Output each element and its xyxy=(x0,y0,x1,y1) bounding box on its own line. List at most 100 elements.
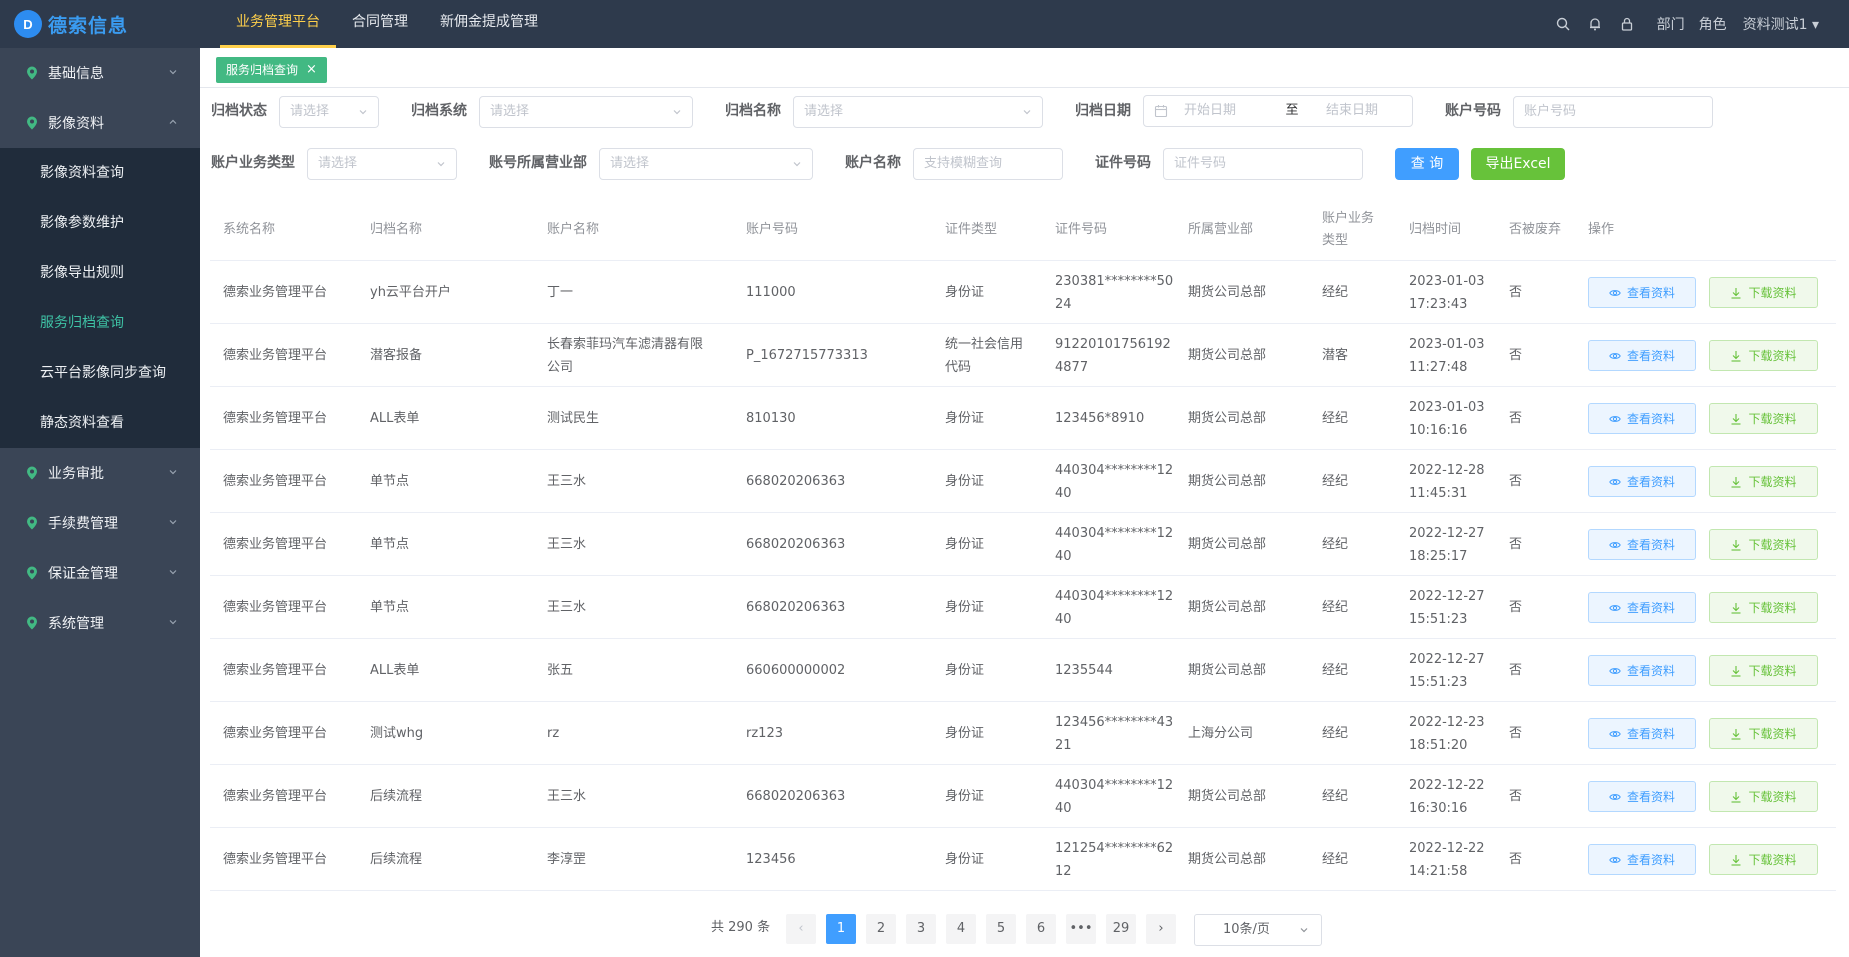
topnav-item-commission[interactable]: 新佣金提成管理 xyxy=(424,0,554,48)
download-docs-button[interactable]: 下载资料 xyxy=(1709,277,1818,308)
chevron-down-icon xyxy=(1300,928,1308,933)
download-docs-button[interactable]: 下载资料 xyxy=(1709,781,1818,812)
eye-icon xyxy=(1609,541,1621,548)
sidebar-group-system[interactable]: 系统管理 xyxy=(0,598,200,648)
page-button-6[interactable]: 6 xyxy=(1026,914,1056,944)
table-row: 德索业务管理平台 后续流程 王三水 668020206363 身份证 440304****… xyxy=(210,765,1836,828)
sidebar-item-image-query[interactable]: 影像资料查询 xyxy=(0,148,200,198)
page-button-1[interactable]: 1 xyxy=(826,914,856,944)
account-name-input[interactable]: 支持模糊查询 xyxy=(913,148,1063,180)
date-start-input[interactable]: 开始日期 xyxy=(1184,96,1274,126)
cell-cert-number: 121254********62 12 xyxy=(1055,840,1174,879)
sidebar-group-approve[interactable]: 业务审批 xyxy=(0,448,200,498)
user-name: 资料测试1 xyxy=(1742,17,1808,33)
download-docs-button[interactable]: 下载资料 xyxy=(1709,655,1818,686)
select-placeholder: 请选择 xyxy=(490,104,530,119)
bell-icon[interactable] xyxy=(1588,17,1602,31)
topnav-item-contract[interactable]: 合同管理 xyxy=(336,0,424,48)
view-docs-button[interactable]: 查看资料 xyxy=(1588,403,1696,434)
cert-number-label: 证件号码 xyxy=(1095,155,1151,171)
date-end-input[interactable]: 结束日期 xyxy=(1326,96,1378,126)
logo[interactable]: D 德索信息 xyxy=(0,0,200,48)
page-more-button[interactable]: ••• xyxy=(1066,914,1096,944)
cell-archive-time: 2023-01-03 10:16:16 xyxy=(1409,399,1485,438)
archive-system-select[interactable]: 请选择 xyxy=(479,96,693,128)
export-excel-button[interactable]: 导出Excel xyxy=(1471,148,1565,180)
cell-discarded: 否 xyxy=(1509,285,1523,300)
cell-system-name: 德索业务管理平台 xyxy=(223,348,328,363)
sidebar-item-cloud-sync[interactable]: 云平台影像同步查询 xyxy=(0,348,200,398)
page-button-5[interactable]: 5 xyxy=(986,914,1016,944)
sidebar-item-image-export-rules[interactable]: 影像导出规则 xyxy=(0,248,200,298)
cell-archive-name: 单节点 xyxy=(370,474,410,489)
location-pin-icon xyxy=(27,116,37,130)
view-docs-button[interactable]: 查看资料 xyxy=(1588,844,1696,875)
next-page-button[interactable]: › xyxy=(1146,914,1176,944)
cell-branch: 期货公司总部 xyxy=(1188,537,1267,552)
page-button-4[interactable]: 4 xyxy=(946,914,976,944)
page-button-2[interactable]: 2 xyxy=(866,914,896,944)
page-button-29[interactable]: 29 xyxy=(1106,914,1136,944)
cell-account-name: 王三水 xyxy=(547,474,587,489)
tag-service-archive[interactable]: 服务归档查询 × xyxy=(216,57,327,83)
search-icon[interactable] xyxy=(1556,17,1570,31)
cell-archive-name: 后续流程 xyxy=(370,789,423,804)
sidebar-group-fee[interactable]: 手续费管理 xyxy=(0,498,200,548)
sidebar-group-deposit[interactable]: 保证金管理 xyxy=(0,548,200,598)
sidebar-group-basic[interactable]: 基础信息 xyxy=(0,48,200,98)
col-cert-type: 证件类型 xyxy=(945,222,998,237)
download-docs-button[interactable]: 下载资料 xyxy=(1709,844,1818,875)
role-link[interactable]: 角色 xyxy=(1699,14,1727,34)
sidebar-item-service-archive[interactable]: 服务归档查询 xyxy=(0,298,200,348)
sidebar-group-label: 基础信息 xyxy=(48,66,104,82)
download-docs-button[interactable]: 下载资料 xyxy=(1709,718,1818,749)
cert-number-input[interactable]: 证件号码 xyxy=(1163,148,1363,180)
download-docs-button[interactable]: 下载资料 xyxy=(1709,466,1818,497)
topnav-item-business-platform[interactable]: 业务管理平台 xyxy=(220,0,336,48)
prev-page-button[interactable]: ‹ xyxy=(786,914,816,944)
view-docs-button[interactable]: 查看资料 xyxy=(1588,781,1696,812)
view-docs-button[interactable]: 查看资料 xyxy=(1588,592,1696,623)
sidebar-group-label: 影像资料 xyxy=(48,116,104,132)
cell-cert-type: 身份证 xyxy=(945,726,985,741)
view-docs-button[interactable]: 查看资料 xyxy=(1588,655,1696,686)
chevron-down-icon xyxy=(673,110,681,115)
close-icon[interactable]: × xyxy=(306,57,317,83)
cell-account-number: 668020206363 xyxy=(746,600,846,615)
download-icon xyxy=(1731,350,1741,362)
lock-icon[interactable] xyxy=(1620,17,1634,31)
cell-biz-type: 经纪 xyxy=(1322,663,1349,678)
archive-name-select[interactable]: 请选择 xyxy=(793,96,1043,128)
dept-link[interactable]: 部门 xyxy=(1657,14,1685,34)
archive-date-range[interactable]: 开始日期 至 结束日期 xyxy=(1143,95,1413,127)
download-docs-button[interactable]: 下载资料 xyxy=(1709,340,1818,371)
cell-archive-time: 2022-12-28 11:45:31 xyxy=(1409,462,1485,501)
download-docs-label: 下载资料 xyxy=(1748,727,1797,741)
sidebar-item-static-view[interactable]: 静态资料查看 xyxy=(0,398,200,448)
sidebar-group-image[interactable]: 影像资料 xyxy=(0,98,200,148)
view-docs-button[interactable]: 查看资料 xyxy=(1588,340,1696,371)
branch-label: 账号所属营业部 xyxy=(489,155,587,171)
account-biz-type-select[interactable]: 请选择 xyxy=(307,148,457,180)
view-docs-button[interactable]: 查看资料 xyxy=(1588,718,1696,749)
download-docs-button[interactable]: 下载资料 xyxy=(1709,529,1818,560)
branch-select[interactable]: 请选择 xyxy=(599,148,813,180)
download-docs-button[interactable]: 下载资料 xyxy=(1709,403,1818,434)
sidebar-item-image-params[interactable]: 影像参数维护 xyxy=(0,198,200,248)
page-button-3[interactable]: 3 xyxy=(906,914,936,944)
download-docs-button[interactable]: 下载资料 xyxy=(1709,592,1818,623)
view-docs-button[interactable]: 查看资料 xyxy=(1588,529,1696,560)
user-menu[interactable]: 资料测试1 ▾ xyxy=(1743,14,1819,34)
download-docs-label: 下载资料 xyxy=(1748,853,1797,867)
eye-icon xyxy=(1609,793,1621,800)
account-number-input[interactable]: 账户号码 xyxy=(1513,96,1713,128)
query-button[interactable]: 查 询 xyxy=(1395,148,1459,180)
tag-label: 服务归档查询 xyxy=(226,63,299,77)
archive-status-select[interactable]: 请选择 xyxy=(279,96,379,128)
cell-account-number: rz123 xyxy=(746,726,783,741)
view-docs-button[interactable]: 查看资料 xyxy=(1588,277,1696,308)
page-size-select[interactable]: 10条/页 xyxy=(1194,914,1322,946)
pagination-total: 共 290 条 xyxy=(711,920,771,935)
cell-biz-type: 经纪 xyxy=(1322,537,1349,552)
view-docs-button[interactable]: 查看资料 xyxy=(1588,466,1696,497)
